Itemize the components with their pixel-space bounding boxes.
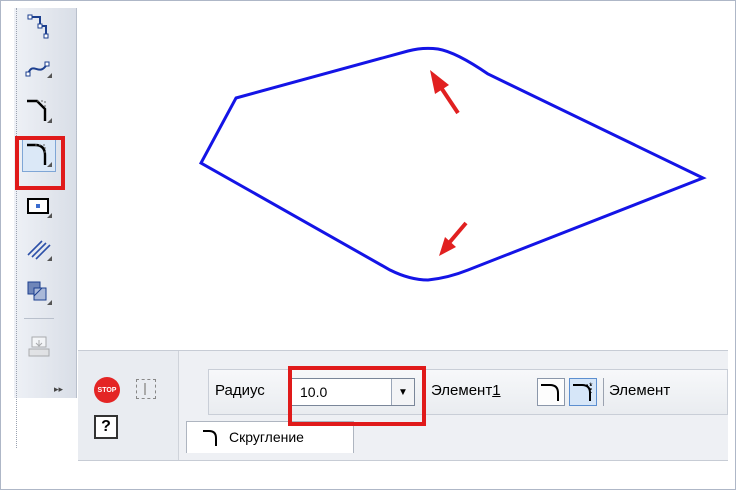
trim-corner-icon — [541, 384, 559, 401]
keep-corner-icon: * — [573, 381, 593, 401]
chamfer-steps-button[interactable] — [22, 10, 56, 44]
auto-create-button[interactable] — [136, 379, 156, 399]
fillet-highlight-frame — [15, 136, 65, 190]
separator — [603, 378, 604, 406]
crosshair-icon — [144, 383, 146, 395]
panel-control-area — [78, 351, 179, 461]
stop-button[interactable]: STOP — [94, 377, 120, 403]
stop-icon: STOP — [97, 386, 117, 394]
help-button[interactable]: ? — [94, 415, 118, 439]
fill-hatch-icon — [27, 281, 52, 305]
insert-icon — [28, 336, 50, 357]
toolbar-expand-arrow-icon[interactable]: ▸▸ — [54, 384, 63, 395]
element1-label: Элемент1 — [431, 382, 501, 399]
chamfer-icon — [27, 99, 52, 123]
hatch-lines-icon — [27, 240, 52, 261]
fillet-icon — [203, 430, 217, 446]
chamfer-button[interactable] — [22, 94, 56, 128]
hatch-lines-button[interactable] — [22, 232, 56, 266]
toolbar-grip[interactable] — [16, 8, 19, 448]
radius-highlight-frame — [288, 366, 426, 426]
rectangle-icon — [27, 198, 52, 218]
chamfer-steps-icon — [27, 14, 49, 39]
tab-label: Скругление — [229, 429, 304, 445]
arrow-bottom-icon — [439, 221, 468, 256]
parameters-strip: Радиус 10.0 ▼ Элемент1 * Элемент — [208, 369, 728, 415]
arrow-top-icon — [430, 70, 460, 115]
element2-label: Элемент — [609, 382, 671, 399]
fill-hatch-button[interactable] — [22, 276, 56, 310]
fillet-drawing — [198, 46, 707, 282]
bezier-curve-icon — [25, 61, 52, 78]
insert-button[interactable] — [22, 330, 56, 364]
radius-label: Радиус — [215, 382, 265, 399]
bezier-curve-button[interactable] — [22, 52, 56, 86]
svg-text:*: * — [589, 381, 593, 391]
rectangle-button[interactable] — [22, 190, 56, 224]
help-icon: ? — [101, 418, 111, 435]
toolbar-separator — [24, 318, 54, 319]
element1-keep-button[interactable]: * — [569, 378, 597, 406]
drawing-canvas[interactable] — [78, 8, 726, 350]
element1-trim-button[interactable] — [537, 378, 565, 406]
panel-bottom-border — [78, 460, 728, 461]
